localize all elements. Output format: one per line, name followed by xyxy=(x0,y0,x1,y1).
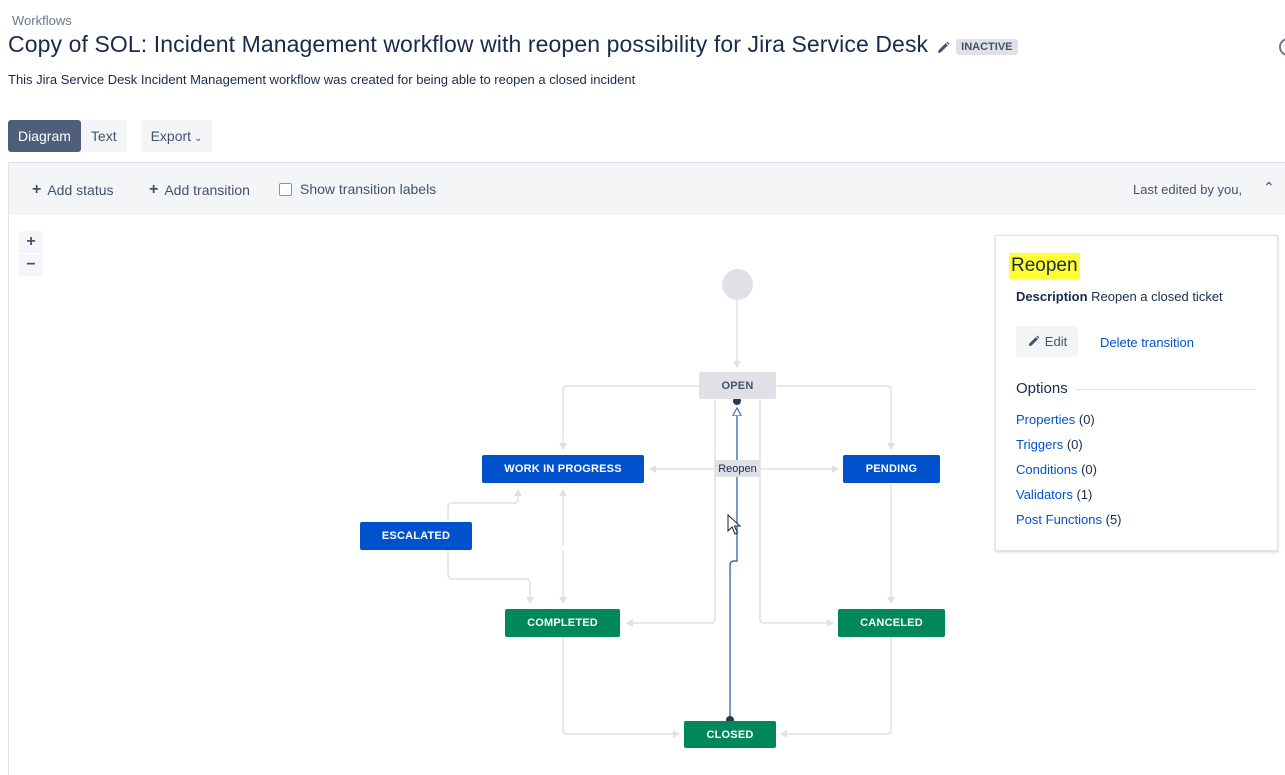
start-node[interactable] xyxy=(722,269,753,300)
mouse-cursor-icon xyxy=(727,514,741,535)
options-heading: Options xyxy=(1016,380,1068,397)
status-canceled[interactable]: CANCELED xyxy=(838,609,945,637)
transition-label-reopen[interactable]: Reopen xyxy=(715,460,760,477)
conditions-count: (0) xyxy=(1081,462,1097,477)
panel-title: Reopen xyxy=(1009,253,1080,279)
transition-open-canceled xyxy=(759,400,834,627)
properties-count: (0) xyxy=(1078,412,1095,427)
status-completed[interactable]: COMPLETED xyxy=(505,609,620,637)
transition-canceled-closed xyxy=(780,637,892,738)
validators-link[interactable]: Validators xyxy=(1016,487,1073,502)
description-value: Reopen a closed ticket xyxy=(1091,289,1223,304)
conditions-link[interactable]: Conditions xyxy=(1016,462,1077,477)
edit-label: Edit xyxy=(1044,334,1068,349)
status-escalated[interactable]: ESCALATED xyxy=(360,522,472,550)
option-post-functions: Post Functions (5) xyxy=(1016,512,1122,527)
transition-escalated-wip xyxy=(447,489,522,521)
transition-completed-closed xyxy=(562,637,680,738)
status-open[interactable]: OPEN xyxy=(699,372,776,399)
properties-link[interactable]: Properties xyxy=(1016,412,1075,427)
option-conditions: Conditions (0) xyxy=(1016,462,1097,477)
status-work-in-progress[interactable]: WORK IN PROGRESS xyxy=(482,455,644,483)
option-properties: Properties (0) xyxy=(1016,412,1095,427)
transition-details-panel: Reopen Description Reopen a closed ticke… xyxy=(995,235,1278,551)
post-functions-link[interactable]: Post Functions xyxy=(1016,512,1102,527)
options-divider xyxy=(1076,389,1256,390)
edit-transition-button[interactable]: Edit xyxy=(1016,326,1078,357)
status-closed[interactable]: CLOSED xyxy=(684,721,776,748)
transition-reopen-selected xyxy=(729,411,737,720)
option-triggers: Triggers (0) xyxy=(1016,437,1083,452)
pencil-icon xyxy=(1028,335,1040,347)
triggers-link[interactable]: Triggers xyxy=(1016,437,1063,452)
option-validators: Validators (1) xyxy=(1016,487,1092,502)
panel-description: Description Reopen a closed ticket xyxy=(1016,289,1223,304)
triggers-count: (0) xyxy=(1066,437,1083,452)
post-functions-count: (5) xyxy=(1105,512,1122,527)
transition-open-pending xyxy=(777,385,895,450)
description-label: Description xyxy=(1016,289,1088,304)
delete-transition-link[interactable]: Delete transition xyxy=(1100,335,1194,350)
transition-open-wip xyxy=(559,385,699,450)
status-pending[interactable]: PENDING xyxy=(843,455,940,483)
transition-escalated-completed xyxy=(447,550,534,604)
validators-count: (1) xyxy=(1076,487,1093,502)
transition-open-completed xyxy=(626,400,716,627)
